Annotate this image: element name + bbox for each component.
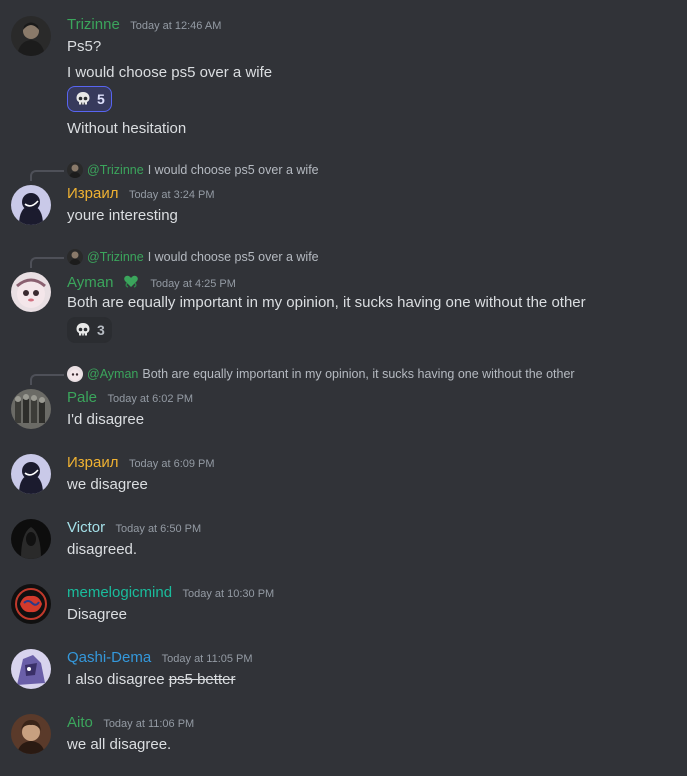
reply-preview[interactable]: @Trizinne I would choose ps5 over a wife [67,162,319,178]
timestamp: Today at 4:25 PM [150,278,236,290]
username[interactable]: Ayman [67,274,113,291]
message-text: Disagree [67,606,128,623]
timestamp: Today at 6:09 PM [128,458,215,470]
reply-mention[interactable]: @Ayman [87,367,138,381]
avatar[interactable] [11,389,51,429]
reply-preview[interactable]: @Ayman Both are equally important in my … [67,366,575,382]
timestamp: Today at 11:05 PM [161,653,253,665]
username[interactable]: Pale [67,389,97,406]
message-text: I'd disagree [67,411,145,428]
avatar[interactable] [11,519,51,559]
heart-hands-icon [122,272,140,290]
username[interactable]: Qashi-Dema [67,649,151,666]
reply-mention[interactable]: @Trizinne [87,163,144,177]
reaction-skull[interactable]: 3 [67,317,112,343]
reply-preview[interactable]: @Trizinne I would choose ps5 over a wife [67,249,319,265]
reply-spine [30,257,64,268]
timestamp: Today at 12:46 AM [130,20,222,32]
reply-spine [30,170,64,181]
username[interactable]: Trizinne [67,16,120,33]
reaction-count: 5 [97,91,105,107]
skull-icon [74,321,92,339]
timestamp: Today at 6:02 PM [107,393,194,405]
reply-avatar [67,366,83,382]
reply-avatar [67,249,83,265]
username[interactable]: memelogicmind [67,584,172,601]
message-text: we all disagree. [67,736,172,753]
reaction-count: 3 [97,322,105,338]
reply-mention[interactable]: @Trizinne [87,250,144,264]
timestamp: Today at 11:06 PM [103,718,195,730]
username[interactable]: Victor [67,519,105,536]
message-text: Ps5? [67,38,102,55]
message-text: we disagree [67,476,148,493]
reply-text: Both are equally important in my opinion… [142,367,575,381]
timestamp: Today at 3:24 PM [128,189,215,201]
message-text: I also disagree ps5 better [67,670,235,690]
username[interactable]: Aito [67,714,93,731]
message-text: I would choose ps5 over a wife [67,64,273,81]
strikethrough-text: ps5 better [168,671,236,688]
skull-icon [74,90,92,108]
avatar[interactable] [11,649,51,689]
message-text: youre interesting [67,207,178,224]
reply-text: I would choose ps5 over a wife [147,250,319,264]
timestamp: Today at 10:30 PM [182,588,275,600]
message-text-plain: I also disagree [67,671,169,688]
avatar[interactable] [11,272,51,312]
chat-message-list: Trizinne Today at 12:46 AM Ps5? I would … [0,0,687,776]
reaction-skull[interactable]: 5 [67,86,112,112]
reply-avatar [67,162,83,178]
reply-text: I would choose ps5 over a wife [147,163,319,177]
message-text: Both are equally important in my opinion… [67,294,586,311]
avatar[interactable] [11,185,51,225]
avatar[interactable] [11,454,51,494]
timestamp: Today at 6:50 PM [115,523,202,535]
username[interactable]: Израил [67,454,118,471]
username[interactable]: Израил [67,185,118,202]
avatar[interactable] [11,714,51,754]
message-text: Without hesitation [67,120,187,137]
message-text: disagreed. [67,541,138,558]
avatar[interactable] [11,16,51,56]
avatar[interactable] [11,584,51,624]
reply-spine [30,374,64,385]
